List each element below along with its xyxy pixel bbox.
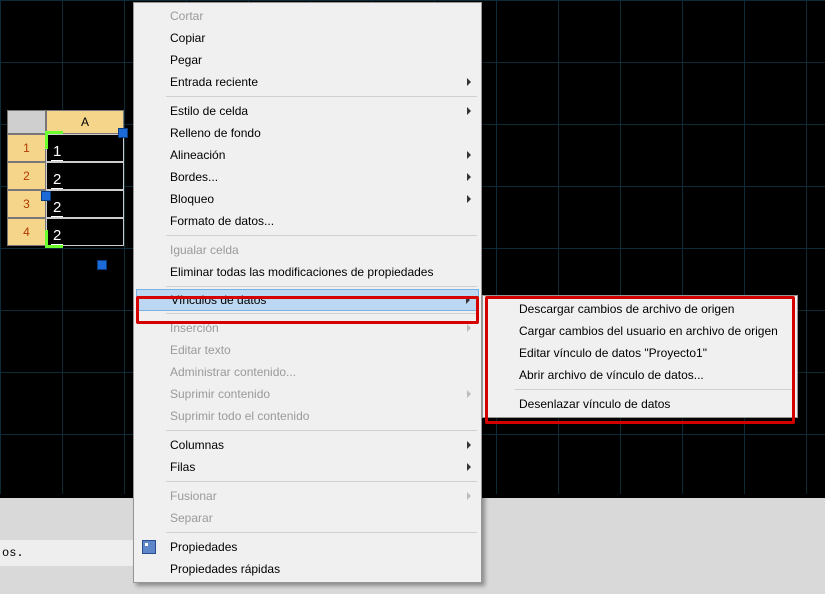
menu-item-label: Fusionar — [170, 489, 217, 503]
menu-separator — [166, 96, 477, 97]
row-header[interactable]: 1 — [7, 134, 46, 162]
menu-separator — [166, 481, 477, 482]
context-menu-item: Igualar celda — [136, 239, 479, 261]
menu-item-label: Suprimir todo el contenido — [170, 409, 309, 423]
menu-item-label: Relleno de fondo — [170, 126, 261, 140]
row-header[interactable]: 4 — [7, 218, 46, 246]
context-menu-item: Fusionar — [136, 485, 479, 507]
row-header[interactable]: 2 — [7, 162, 46, 190]
menu-item-label: Vínculos de datos — [171, 293, 266, 307]
menu-item-label: Inserción — [170, 321, 219, 335]
table-cell[interactable]: 2 — [46, 162, 124, 190]
menu-item-label: Columnas — [170, 438, 224, 452]
context-menu-item[interactable]: Propiedades — [136, 536, 479, 558]
context-menu-item[interactable]: Alineación — [136, 144, 479, 166]
menu-item-label: Pegar — [170, 53, 202, 67]
grip[interactable] — [118, 128, 128, 138]
cell-value: 2 — [51, 171, 63, 189]
context-menu-item[interactable]: Relleno de fondo — [136, 122, 479, 144]
context-menu-item[interactable]: Vínculos de datos — [136, 289, 479, 311]
grip[interactable] — [41, 191, 51, 201]
menu-item-label: Alineación — [170, 148, 225, 162]
menu-item-label: Bloqueo — [170, 192, 214, 206]
menu-item-label: Cargar cambios del usuario en archivo de… — [519, 324, 778, 338]
grip[interactable] — [97, 260, 107, 270]
table-corner[interactable] — [7, 110, 46, 134]
context-menu-item: Editar texto — [136, 339, 479, 361]
chevron-right-icon — [467, 78, 471, 86]
menu-item-label: Propiedades — [170, 540, 237, 554]
menu-item-label: Desenlazar vínculo de datos — [519, 397, 670, 411]
menu-item-label: Propiedades rápidas — [170, 562, 280, 576]
selected-table[interactable]: A 11223242 — [7, 110, 124, 246]
context-menu-item: Suprimir todo el contenido — [136, 405, 479, 427]
menu-item-label: Editar texto — [170, 343, 231, 357]
chevron-right-icon — [467, 324, 471, 332]
chevron-right-icon — [467, 441, 471, 449]
selection-bracket — [45, 131, 63, 149]
menu-item-label: Eliminar todas las modificaciones de pro… — [170, 265, 433, 279]
submenu-item[interactable]: Descargar cambios de archivo de origen — [485, 298, 795, 320]
submenu-item[interactable]: Cargar cambios del usuario en archivo de… — [485, 320, 795, 342]
context-menu-item[interactable]: Columnas — [136, 434, 479, 456]
menu-item-label: Igualar celda — [170, 243, 239, 257]
submenu-item[interactable]: Abrir archivo de vínculo de datos... — [485, 364, 795, 386]
menu-item-label: Filas — [170, 460, 195, 474]
chevron-right-icon — [467, 107, 471, 115]
menu-item-label: Entrada reciente — [170, 75, 258, 89]
properties-icon — [142, 540, 156, 554]
menu-separator — [166, 313, 477, 314]
submenu-vinculos[interactable]: Descargar cambios de archivo de origen Ca… — [482, 295, 798, 418]
menu-separator — [166, 286, 477, 287]
context-menu-item[interactable]: Pegar — [136, 49, 479, 71]
menu-separator — [166, 532, 477, 533]
chevron-right-icon — [467, 195, 471, 203]
chevron-right-icon — [466, 296, 470, 304]
menu-item-label: Bordes... — [170, 170, 218, 184]
menu-item-label: Cortar — [170, 9, 203, 23]
context-menu-item[interactable]: Bordes... — [136, 166, 479, 188]
context-menu-item: Inserción — [136, 317, 479, 339]
menu-item-label: Suprimir contenido — [170, 387, 270, 401]
command-line-suffix: os. — [0, 540, 133, 566]
chevron-right-icon — [467, 463, 471, 471]
col-header-A[interactable]: A — [46, 110, 124, 134]
context-menu-item[interactable]: Estilo de celda — [136, 100, 479, 122]
menu-item-label: Abrir archivo de vínculo de datos... — [519, 368, 704, 382]
context-menu-item[interactable]: Eliminar todas las modificaciones de pro… — [136, 261, 479, 283]
menu-item-label: Separar — [170, 511, 213, 525]
menu-separator — [166, 430, 477, 431]
context-menu[interactable]: Cortar Copiar Pegar Entrada reciente Estilo … — [133, 2, 482, 583]
chevron-right-icon — [467, 151, 471, 159]
cell-value: 2 — [51, 199, 63, 217]
menu-item-label: Estilo de celda — [170, 104, 248, 118]
chevron-right-icon — [467, 492, 471, 500]
menu-item-label: Copiar — [170, 31, 205, 45]
context-menu-item: Administrar contenido... — [136, 361, 479, 383]
context-menu-item[interactable]: Filas — [136, 456, 479, 478]
menu-item-label: Editar vínculo de datos "Proyecto1" — [519, 346, 707, 360]
chevron-right-icon — [467, 390, 471, 398]
context-menu-item: Cortar — [136, 5, 479, 27]
col-header-label: A — [81, 115, 89, 129]
submenu-item[interactable]: Desenlazar vínculo de datos — [485, 393, 795, 415]
menu-item-label: Descargar cambios de archivo de origen — [519, 302, 734, 316]
context-menu-item: Separar — [136, 507, 479, 529]
context-menu-item: Suprimir contenido — [136, 383, 479, 405]
menu-separator — [166, 235, 477, 236]
context-menu-item[interactable]: Formato de datos... — [136, 210, 479, 232]
chevron-right-icon — [467, 173, 471, 181]
selection-bracket — [45, 230, 63, 248]
context-menu-item[interactable]: Bloqueo — [136, 188, 479, 210]
context-menu-item[interactable]: Entrada reciente — [136, 71, 479, 93]
menu-separator — [515, 389, 793, 390]
menu-item-label: Administrar contenido... — [170, 365, 296, 379]
submenu-item[interactable]: Editar vínculo de datos "Proyecto1" — [485, 342, 795, 364]
table-cell[interactable]: 2 — [46, 190, 124, 218]
menu-item-label: Formato de datos... — [170, 214, 274, 228]
context-menu-item[interactable]: Propiedades rápidas — [136, 558, 479, 580]
context-menu-item[interactable]: Copiar — [136, 27, 479, 49]
